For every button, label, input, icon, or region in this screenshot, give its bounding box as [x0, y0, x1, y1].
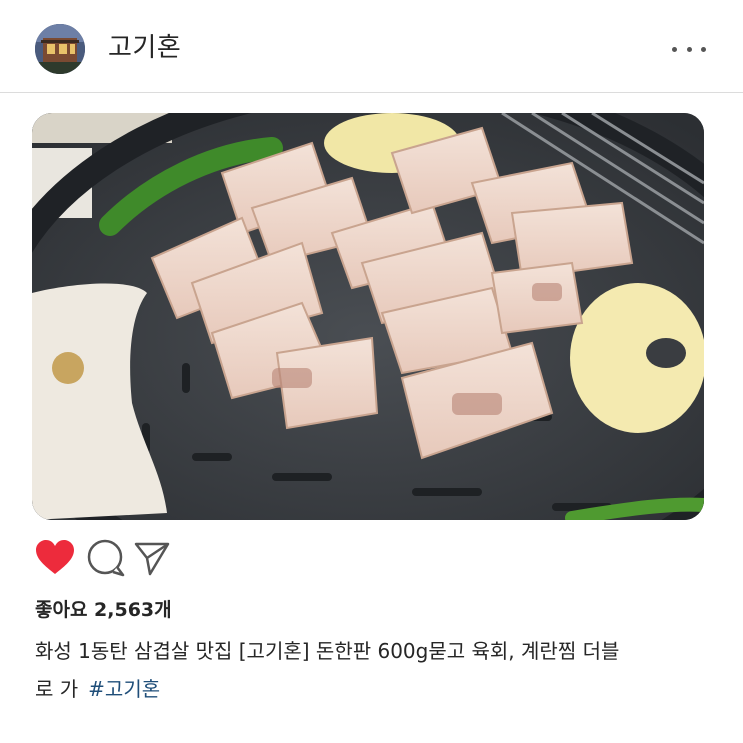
likes-count[interactable]: 좋아요 2,563개: [35, 596, 172, 624]
post-caption: 화성 1동탄 삼겹살 맛집 [고기혼] 돈한판 600g묻고 육회, 계란찜 더…: [35, 632, 715, 708]
post-header: 고기혼: [0, 0, 743, 93]
post-photo[interactable]: [32, 113, 704, 520]
header-divider: [0, 92, 743, 93]
caption-line-2: 로 가 #고기혼: [35, 670, 715, 708]
avatar[interactable]: [35, 24, 85, 74]
caption-line-1: 화성 1동탄 삼겹살 맛집 [고기혼] 돈한판 600g묻고 육회, 계란찜 더…: [35, 639, 620, 663]
comment-icon[interactable]: [84, 536, 128, 580]
hashtag-link[interactable]: #고기혼: [88, 677, 160, 701]
avatar-image: [35, 24, 85, 74]
post-actions: [0, 530, 743, 586]
food-photo-illustration: [32, 113, 704, 520]
heart-icon[interactable]: [33, 536, 77, 580]
more-options-icon[interactable]: [672, 42, 706, 56]
send-icon[interactable]: [130, 536, 174, 580]
username[interactable]: 고기혼: [108, 30, 181, 66]
caption-line-2-text: 로 가: [35, 677, 79, 701]
